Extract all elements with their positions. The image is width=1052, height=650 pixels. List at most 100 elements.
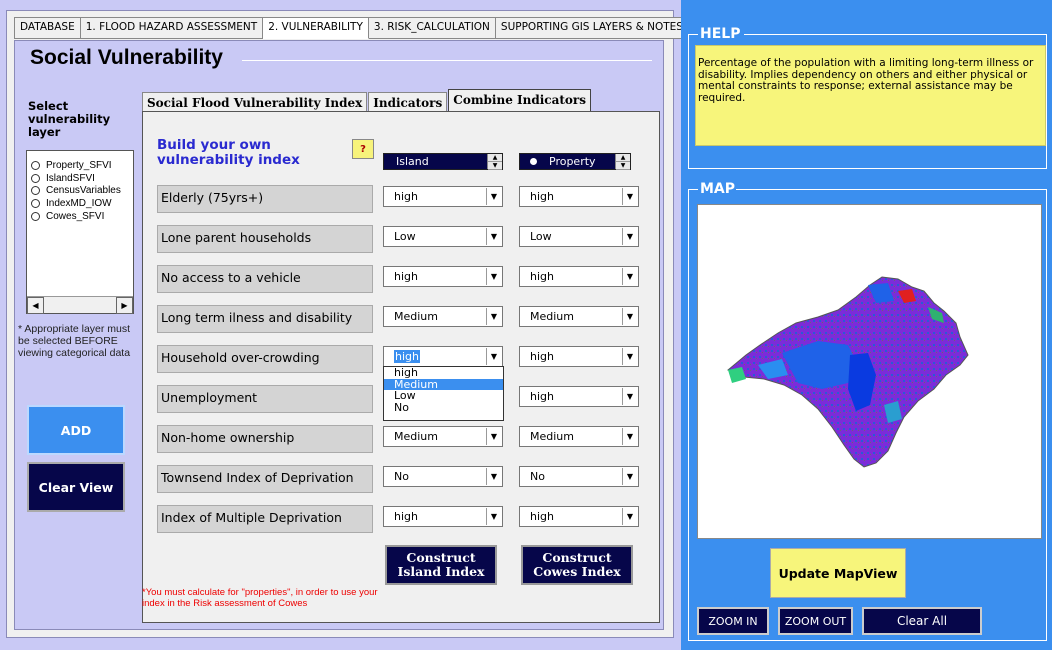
dropdown-arrow-icon[interactable]: ▼: [486, 428, 501, 445]
indicator-label-lone-parent: Lone parent households: [157, 225, 373, 253]
layer-label: Property_SFVI: [46, 159, 112, 171]
indicator-dropdown-unemployment-cowes[interactable]: high ▼: [519, 386, 639, 407]
spinner-buttons[interactable]: ▲ ▼: [615, 154, 630, 170]
map-heading: MAP: [700, 181, 736, 197]
layer-option-censusvariables[interactable]: CensusVariables: [27, 185, 133, 198]
indicator-label-non-home-ownership: Non-home ownership: [157, 425, 373, 453]
spin-down-icon[interactable]: ▼: [616, 162, 630, 170]
spinner-buttons[interactable]: ▲ ▼: [487, 154, 502, 170]
indicator-dropdown-lone-parent-cowes[interactable]: Low ▼: [519, 226, 639, 247]
dropdown-arrow-icon[interactable]: ▼: [486, 348, 501, 365]
dropdown-arrow-icon[interactable]: ▼: [486, 268, 501, 285]
layer-option-islandsfvi[interactable]: IslandSFVI: [27, 172, 133, 185]
help-frame-right: [1046, 34, 1047, 168]
dropdown-arrow-icon[interactable]: ▼: [622, 268, 637, 285]
indicator-dropdown-elderly-island[interactable]: high ▼: [383, 186, 503, 207]
dropdown-arrow-icon[interactable]: ▼: [622, 428, 637, 445]
dropdown-options-list[interactable]: high Medium Low No: [383, 366, 504, 421]
zoom-out-button[interactable]: ZOOM OUT: [778, 607, 853, 635]
indicator-dropdown-imd-island[interactable]: high ▼: [383, 506, 503, 527]
dropdown-arrow-icon[interactable]: ▼: [622, 188, 637, 205]
indicator-dropdown-elderly-cowes[interactable]: high ▼: [519, 186, 639, 207]
radio-icon: [31, 212, 40, 222]
indicator-dropdown-overcrowding-cowes[interactable]: high ▼: [519, 346, 639, 367]
layer-horizontal-scrollbar[interactable]: ◀ ▶: [27, 296, 133, 314]
indicator-dropdown-overcrowding-island[interactable]: high ▼: [383, 346, 503, 367]
indicator-dropdown-illness-island[interactable]: Medium ▼: [383, 306, 503, 327]
spin-down-icon[interactable]: ▼: [488, 162, 502, 170]
radio-icon: [31, 199, 40, 209]
indicator-label-elderly: Elderly (75yrs+): [157, 185, 373, 213]
layer-label: IslandSFVI: [46, 172, 95, 184]
spinner-value: Property: [549, 155, 596, 168]
help-frame-line: [744, 34, 1046, 35]
construct-cowes-index-button[interactable]: Construct Cowes Index: [521, 545, 633, 585]
isle-of-wight-map: [727, 276, 969, 468]
layer-list[interactable]: Property_SFVI IslandSFVI CensusVariables…: [26, 150, 134, 314]
clear-all-button[interactable]: Clear All: [862, 607, 982, 635]
dropdown-arrow-icon[interactable]: ▼: [622, 468, 637, 485]
indicator-dropdown-townsend-cowes[interactable]: No ▼: [519, 466, 639, 487]
scroll-right-icon[interactable]: ▶: [116, 297, 133, 314]
layer-option-property-sfvi[interactable]: Property_SFVI: [27, 159, 133, 172]
radio-icon: [530, 158, 537, 165]
dropdown-arrow-icon[interactable]: ▼: [486, 188, 501, 205]
page-title: Social Vulnerability: [30, 46, 223, 69]
construct-island-index-button[interactable]: Construct Island Index: [385, 545, 497, 585]
indicator-dropdown-non-home-cowes[interactable]: Medium ▼: [519, 426, 639, 447]
title-divider: [242, 60, 652, 61]
build-index-title: Build your own vulnerability index: [157, 137, 300, 168]
tab-combine-indicators[interactable]: Combine Indicators: [448, 89, 591, 113]
indicator-dropdown-no-vehicle-cowes[interactable]: high ▼: [519, 266, 639, 287]
indicator-dropdown-lone-parent-island[interactable]: Low ▼: [383, 226, 503, 247]
indicator-label-no-vehicle: No access to a vehicle: [157, 265, 373, 293]
map-view[interactable]: [697, 204, 1042, 539]
layer-option-cowes-sfvi[interactable]: Cowes_SFVI: [27, 210, 133, 223]
area-spinner-property[interactable]: Property ▲ ▼: [519, 153, 631, 170]
help-frame-bottom: [688, 168, 1047, 169]
help-heading: HELP: [700, 26, 741, 42]
indicator-label-illness: Long term ilness and disability: [157, 305, 373, 333]
spin-up-icon[interactable]: ▲: [488, 154, 502, 162]
properties-warning: *You must calculate for "properties", in…: [142, 587, 378, 609]
dropdown-arrow-icon[interactable]: ▼: [486, 308, 501, 325]
dropdown-arrow-icon[interactable]: ▼: [486, 468, 501, 485]
tab-supporting-gis[interactable]: SUPPORTING GIS LAYERS & NOTES: [496, 18, 689, 38]
dropdown-arrow-icon[interactable]: ▼: [622, 348, 637, 365]
indicator-label-imd: Index of Multiple Deprivation: [157, 505, 373, 533]
update-mapview-button[interactable]: Update MapView: [770, 548, 906, 598]
indicator-dropdown-townsend-island[interactable]: No ▼: [383, 466, 503, 487]
help-text-box: Percentage of the population with a limi…: [695, 45, 1046, 146]
add-button[interactable]: ADD: [27, 405, 125, 455]
radio-icon: [31, 173, 40, 183]
dropdown-option-high[interactable]: high: [384, 367, 503, 379]
dropdown-arrow-icon[interactable]: ▼: [486, 508, 501, 525]
dropdown-arrow-icon[interactable]: ▼: [622, 228, 637, 245]
tab-database[interactable]: DATABASE: [15, 18, 81, 38]
dropdown-arrow-icon[interactable]: ▼: [622, 388, 637, 405]
spinner-value: Island: [396, 155, 429, 168]
indicator-label-overcrowding: Household over-crowding: [157, 345, 373, 373]
dropdown-arrow-icon[interactable]: ▼: [622, 508, 637, 525]
help-button[interactable]: ?: [352, 139, 374, 159]
dropdown-arrow-icon[interactable]: ▼: [486, 228, 501, 245]
map-frame-right: [1046, 189, 1047, 640]
scroll-left-icon[interactable]: ◀: [27, 297, 44, 314]
dropdown-arrow-icon[interactable]: ▼: [622, 308, 637, 325]
tab-vulnerability[interactable]: 2. VULNERABILITY: [263, 18, 369, 39]
dropdown-option-no[interactable]: No: [384, 402, 503, 414]
indicator-dropdown-no-vehicle-island[interactable]: high ▼: [383, 266, 503, 287]
clear-view-button[interactable]: Clear View: [27, 462, 125, 512]
tab-flood-hazard[interactable]: 1. FLOOD HAZARD ASSESSMENT: [81, 18, 264, 38]
spin-up-icon[interactable]: ▲: [616, 154, 630, 162]
indicator-label-unemployment: Unemployment: [157, 385, 373, 413]
tab-risk-calculation[interactable]: 3. RISK_CALCULATION: [369, 18, 496, 38]
layer-option-indexmd-iow[interactable]: IndexMD_IOW: [27, 197, 133, 210]
select-layer-label: Select vulnerability layer: [28, 99, 111, 139]
indicator-dropdown-non-home-island[interactable]: Medium ▼: [383, 426, 503, 447]
help-frame-line: [688, 34, 698, 35]
indicator-dropdown-imd-cowes[interactable]: high ▼: [519, 506, 639, 527]
area-spinner-island[interactable]: Island ▲ ▼: [383, 153, 503, 170]
zoom-in-button[interactable]: ZOOM IN: [697, 607, 769, 635]
indicator-dropdown-illness-cowes[interactable]: Medium ▼: [519, 306, 639, 327]
